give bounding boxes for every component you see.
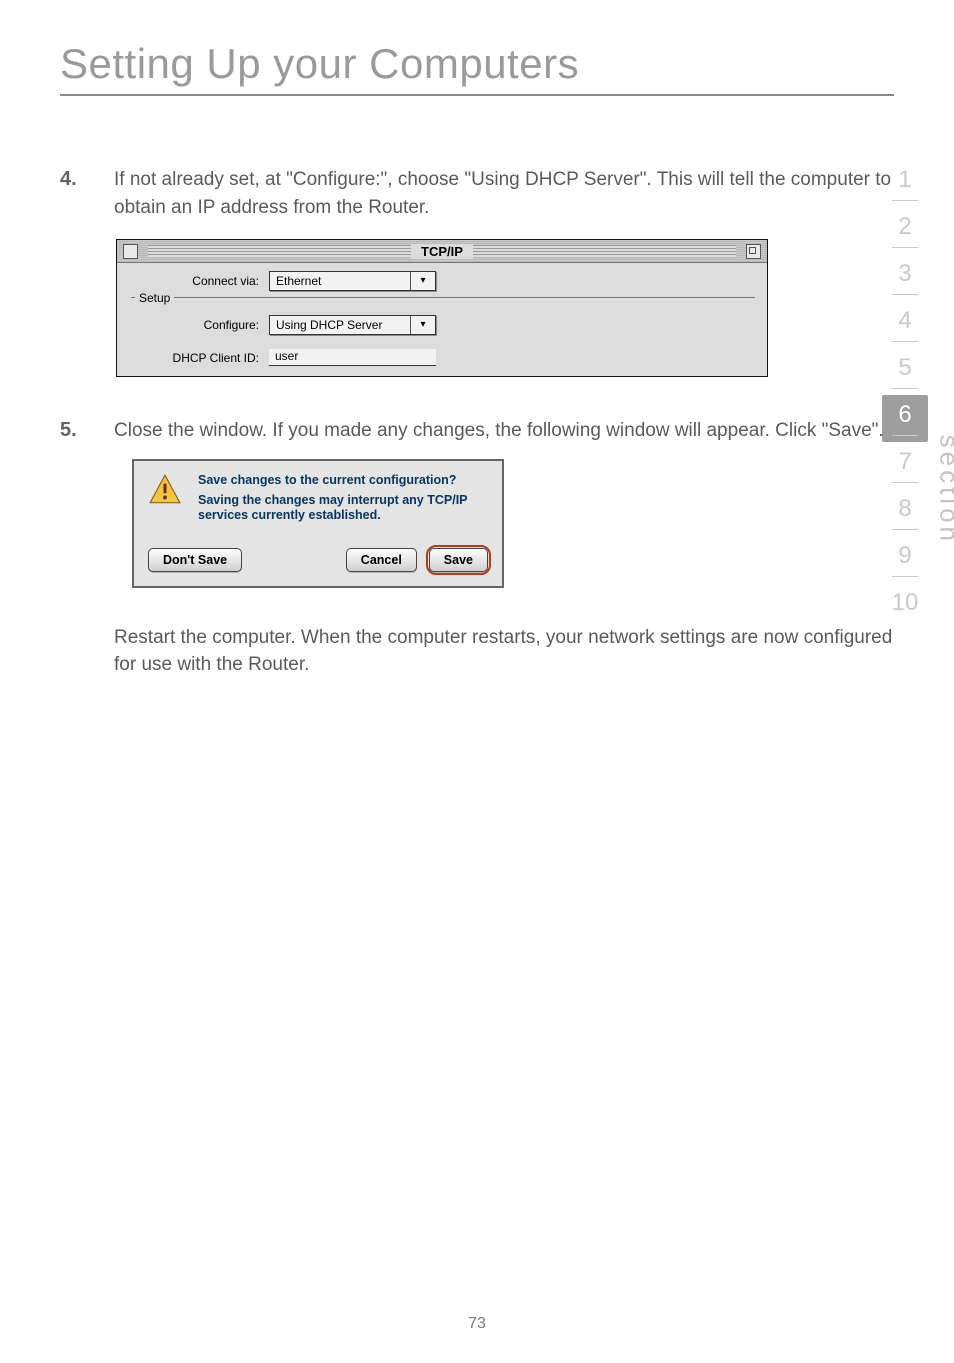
step-4-number: 4. bbox=[60, 166, 114, 191]
dialog-message: Saving the changes may interrupt any TCP… bbox=[198, 493, 488, 524]
cancel-button[interactable]: Cancel bbox=[346, 548, 417, 572]
header-divider bbox=[60, 94, 894, 96]
alert-icon bbox=[148, 473, 182, 507]
step-5-text: Close the window. If you made any change… bbox=[114, 417, 894, 445]
chevron-updown-icon: ▾ bbox=[410, 272, 431, 290]
titlebar-stripes bbox=[148, 245, 438, 257]
chevron-updown-icon: ▾ bbox=[410, 316, 431, 334]
section-nav-10[interactable]: 10 bbox=[882, 583, 928, 623]
dont-save-button[interactable]: Don't Save bbox=[148, 548, 242, 572]
section-nav-1[interactable]: 1 bbox=[882, 160, 928, 207]
save-button[interactable]: Save bbox=[429, 548, 488, 572]
configure-label: Configure: bbox=[129, 318, 269, 332]
close-icon[interactable] bbox=[123, 244, 138, 259]
page-title: Setting Up your Computers bbox=[60, 40, 894, 88]
section-nav-5[interactable]: 5 bbox=[882, 348, 928, 395]
section-nav-8[interactable]: 8 bbox=[882, 489, 928, 536]
section-nav-6[interactable]: 6 bbox=[882, 395, 928, 442]
page-number: 73 bbox=[468, 1315, 486, 1333]
configure-value: Using DHCP Server bbox=[276, 318, 410, 332]
connect-via-select[interactable]: Ethernet ▾ bbox=[269, 271, 436, 291]
tcpip-titlebar: TCP/IP bbox=[117, 240, 767, 263]
tcpip-title: TCP/IP bbox=[411, 244, 473, 259]
configure-select[interactable]: Using DHCP Server ▾ bbox=[269, 315, 436, 335]
zoom-icon[interactable] bbox=[746, 244, 761, 259]
step-4: 4. If not already set, at "Configure:", … bbox=[60, 166, 894, 221]
section-label: section bbox=[933, 435, 954, 545]
closing-paragraph: Restart the computer. When the computer … bbox=[114, 624, 894, 679]
section-nav-9[interactable]: 9 bbox=[882, 536, 928, 583]
titlebar-stripes bbox=[446, 245, 736, 257]
connect-via-value: Ethernet bbox=[276, 274, 410, 288]
setup-group-label: Setup bbox=[135, 291, 174, 305]
section-nav-4[interactable]: 4 bbox=[882, 301, 928, 348]
step-5-number: 5. bbox=[60, 417, 114, 442]
step-4-text: If not already set, at "Configure:", cho… bbox=[114, 166, 894, 221]
save-dialog: Save changes to the current configuratio… bbox=[132, 459, 504, 588]
connect-via-label: Connect via: bbox=[129, 274, 269, 288]
section-nav-7[interactable]: 7 bbox=[882, 442, 928, 489]
section-nav-2[interactable]: 2 bbox=[882, 207, 928, 254]
dhcp-client-label: DHCP Client ID: bbox=[129, 351, 269, 365]
dialog-heading: Save changes to the current configuratio… bbox=[198, 473, 488, 487]
dhcp-client-input[interactable]: user bbox=[269, 349, 436, 366]
section-nav-3[interactable]: 3 bbox=[882, 254, 928, 301]
section-nav: 1 2 3 4 5 6 7 8 9 10 bbox=[882, 160, 928, 623]
tcpip-window: TCP/IP Connect via: Ethernet ▾ Setup Con… bbox=[116, 239, 768, 377]
step-5: 5. Close the window. If you made any cha… bbox=[60, 417, 894, 445]
